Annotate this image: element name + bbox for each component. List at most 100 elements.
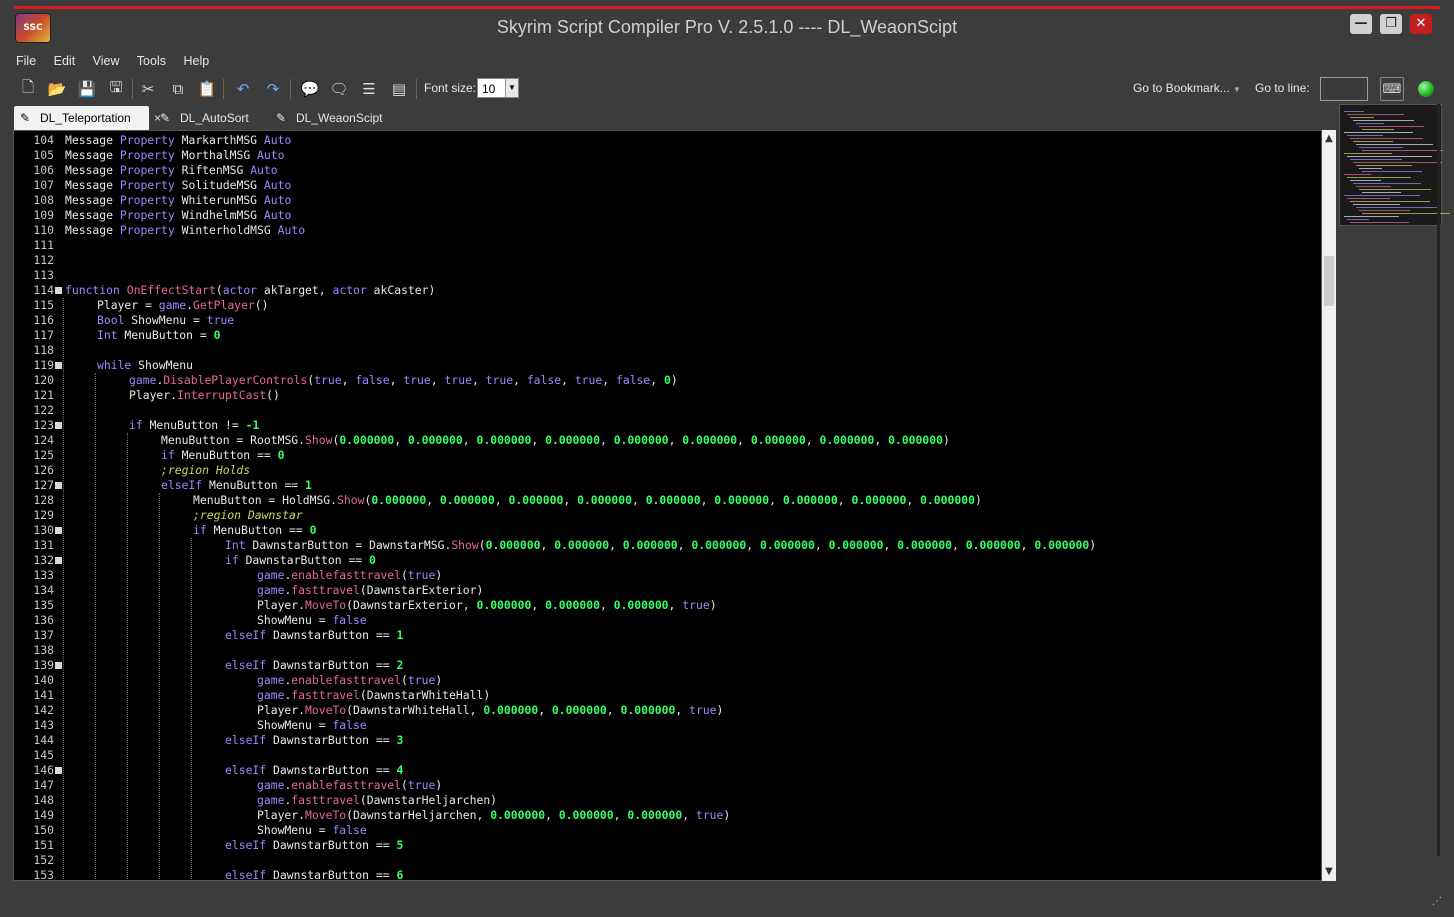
fold-toggle-icon[interactable]	[55, 527, 62, 534]
code-line[interactable]: 136 ShowMenu = false	[14, 613, 1314, 628]
menu-help[interactable]: Help	[183, 54, 209, 68]
vertical-scrollbar[interactable]: ▲ ▼	[1322, 130, 1336, 881]
code-line[interactable]: 146 elseIf DawnstarButton == 4	[14, 763, 1314, 778]
code-minimap[interactable]	[1339, 104, 1450, 226]
code-line[interactable]: 134 game.fasttravel(DawnstarExterior)	[14, 583, 1314, 598]
paste-icon[interactable]: 📋	[195, 77, 219, 101]
code-line[interactable]: 153 elseIf DawnstarButton == 6	[14, 868, 1314, 880]
tab-dl-weaonscipt[interactable]: ✎ DL_WeaonScipt	[270, 106, 400, 130]
fold-toggle-icon[interactable]	[55, 482, 62, 489]
code-line[interactable]: 121 Player.InterruptCast()	[14, 388, 1314, 403]
code-line[interactable]: 142 Player.MoveTo(DawnstarWhiteHall, 0.00…	[14, 703, 1314, 718]
close-button[interactable]: ✕	[1410, 14, 1432, 34]
undo-icon[interactable]: ↶	[231, 77, 255, 101]
code-line[interactable]: 112	[14, 253, 1314, 268]
fold-toggle-icon[interactable]	[55, 662, 62, 669]
go-to-line-input[interactable]	[1320, 77, 1368, 101]
code-line[interactable]: 119 while ShowMenu	[14, 358, 1314, 373]
maximize-button[interactable]: ❐	[1380, 14, 1402, 34]
code-line[interactable]: 131 Int DawnstarButton = DawnstarMSG.Show…	[14, 538, 1314, 553]
code-line[interactable]: 109 Message Property WindhelmMSG Auto	[14, 208, 1314, 223]
new-file-icon[interactable]: 🗋	[16, 77, 40, 101]
code-line[interactable]: 117 Int MenuButton = 0	[14, 328, 1314, 343]
code-line[interactable]: 148 game.fasttravel(DawnstarHeljarchen)	[14, 793, 1314, 808]
fold-toggle-icon[interactable]	[55, 422, 62, 429]
line-number: 137	[33, 628, 54, 642]
go-to-bookmark-dropdown[interactable]: Go to Bookmark... ▼	[1133, 81, 1241, 95]
chevron-down-icon: ▼	[505, 79, 518, 97]
code-line[interactable]: 132 if DawnstarButton == 0	[14, 553, 1314, 568]
code-line[interactable]: 111	[14, 238, 1314, 253]
code-line[interactable]: 105 Message Property MorthalMSG Auto	[14, 148, 1314, 163]
code-line[interactable]: 143 ShowMenu = false	[14, 718, 1314, 733]
line-number: 148	[33, 793, 54, 807]
code-line[interactable]: 122	[14, 403, 1314, 418]
code-line[interactable]: 147 game.enablefasttravel(true)	[14, 778, 1314, 793]
minimize-button[interactable]: —	[1350, 14, 1372, 34]
keyboard-icon[interactable]: ⌨	[1380, 77, 1404, 101]
fold-toggle-icon[interactable]	[55, 362, 62, 369]
code-line[interactable]: 130 if MenuButton == 0	[14, 523, 1314, 538]
code-line[interactable]: 128 MenuButton = HoldMSG.Show(0.000000, 0…	[14, 493, 1314, 508]
code-line[interactable]: 124 MenuButton = RootMSG.Show(0.000000, 0…	[14, 433, 1314, 448]
code-line[interactable]: 137 elseIf DawnstarButton == 1	[14, 628, 1314, 643]
fold-toggle-icon[interactable]	[55, 287, 62, 294]
code-line[interactable]: 114 function OnEffectStart(actor akTarget…	[14, 283, 1314, 298]
code-line[interactable]: 116 Bool ShowMenu = true	[14, 313, 1314, 328]
code-line[interactable]: 104 Message Property MarkarthMSG Auto	[14, 133, 1314, 148]
code-line[interactable]: 129 ;region Dawnstar	[14, 508, 1314, 523]
comment-icon[interactable]: 💬	[298, 77, 322, 101]
code-line[interactable]: 135 Player.MoveTo(DawnstarExterior, 0.000…	[14, 598, 1314, 613]
code-line[interactable]: 151 elseIf DawnstarButton == 5	[14, 838, 1314, 853]
resize-grip-icon[interactable]: ⋰	[1432, 896, 1442, 907]
cut-icon[interactable]: ✂	[136, 77, 160, 101]
code-line[interactable]: 150 ShowMenu = false	[14, 823, 1314, 838]
split-view-icon[interactable]: ▤	[387, 77, 411, 101]
tab-dl-autosort[interactable]: ✎ DL_AutoSort	[154, 106, 264, 130]
code-line[interactable]: 144 elseIf DawnstarButton == 3	[14, 733, 1314, 748]
minimap-line	[1350, 222, 1409, 223]
code-line[interactable]: 152	[14, 853, 1314, 868]
code-line[interactable]: 138	[14, 643, 1314, 658]
code-line[interactable]: 110 Message Property WinterholdMSG Auto	[14, 223, 1314, 238]
fold-toggle-icon[interactable]	[55, 767, 62, 774]
menu-tools[interactable]: Tools	[137, 54, 166, 68]
format-icon[interactable]: ☰	[357, 77, 381, 101]
uncomment-icon[interactable]: 🗨	[327, 77, 351, 101]
code-text: ShowMenu = false	[257, 823, 367, 837]
code-line[interactable]: 149 Player.MoveTo(DawnstarHeljarchen, 0.0…	[14, 808, 1314, 823]
scroll-up-icon[interactable]: ▲	[1322, 132, 1336, 146]
menu-file[interactable]: File	[16, 54, 36, 68]
code-line[interactable]: 115 Player = game.GetPlayer()	[14, 298, 1314, 313]
code-line[interactable]: 126 ;region Holds	[14, 463, 1314, 478]
scroll-down-icon[interactable]: ▼	[1322, 865, 1336, 879]
minimap-line	[1347, 177, 1411, 178]
tab-label: DL_Teleportation	[40, 111, 131, 125]
code-line[interactable]: 108 Message Property WhiterunMSG Auto	[14, 193, 1314, 208]
copy-icon[interactable]: ⧉	[166, 77, 190, 101]
redo-icon[interactable]: ↷	[261, 77, 285, 101]
code-line[interactable]: 141 game.fasttravel(DawnstarWhiteHall)	[14, 688, 1314, 703]
code-line[interactable]: 106 Message Property RiftenMSG Auto	[14, 163, 1314, 178]
code-line[interactable]: 127 elseIf MenuButton == 1	[14, 478, 1314, 493]
fold-toggle-icon[interactable]	[55, 557, 62, 564]
code-line[interactable]: 125 if MenuButton == 0	[14, 448, 1314, 463]
code-line[interactable]: 140 game.enablefasttravel(true)	[14, 673, 1314, 688]
code-line[interactable]: 133 game.enablefasttravel(true)	[14, 568, 1314, 583]
code-editor[interactable]: 104 Message Property MarkarthMSG Auto 105 M…	[13, 130, 1322, 881]
code-line[interactable]: 118	[14, 343, 1314, 358]
code-line[interactable]: 139 elseIf DawnstarButton == 2	[14, 658, 1314, 673]
open-folder-icon[interactable]: 📂	[45, 77, 69, 101]
menu-edit[interactable]: Edit	[54, 54, 76, 68]
code-line[interactable]: 123 if MenuButton != -1	[14, 418, 1314, 433]
font-size-select[interactable]: 10 ▼	[477, 78, 519, 98]
save-all-icon[interactable]: 🖫	[104, 77, 128, 101]
code-line[interactable]: 120 game.DisablePlayerControls(true, fals…	[14, 373, 1314, 388]
code-line[interactable]: 113	[14, 268, 1314, 283]
save-icon[interactable]: 💾	[75, 77, 99, 101]
code-line[interactable]: 145	[14, 748, 1314, 763]
menu-view[interactable]: View	[93, 54, 120, 68]
scrollbar-thumb[interactable]	[1324, 256, 1334, 306]
code-line[interactable]: 107 Message Property SolitudeMSG Auto	[14, 178, 1314, 193]
tab-dl-teleportation[interactable]: ✎ DL_Teleportation ×	[14, 106, 161, 130]
